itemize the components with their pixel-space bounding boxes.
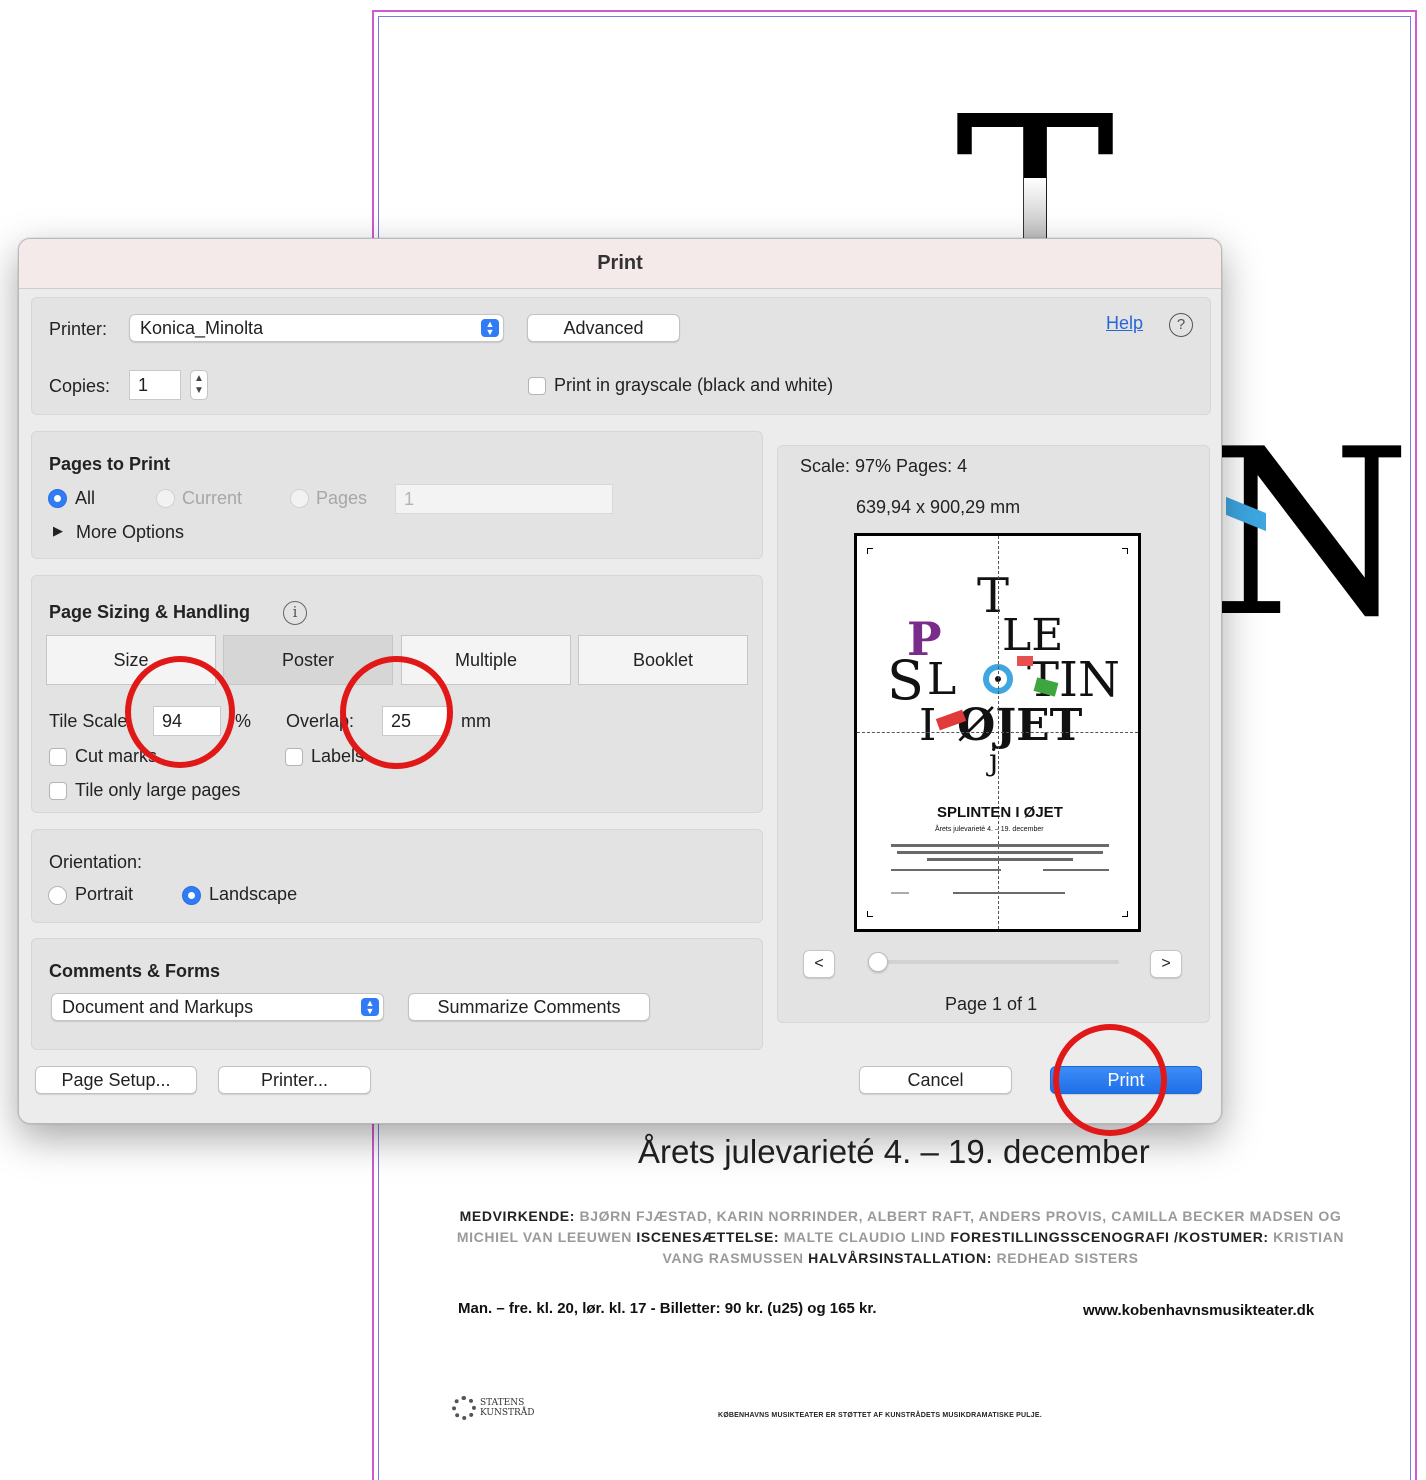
preview-dimensions: 639,94 x 900,29 mm: [856, 497, 1021, 517]
logo-text-line: STATENS: [480, 1398, 525, 1408]
tile-scale-label: Tile Scale:: [49, 711, 133, 731]
page-preview-thumbnail: T P LE S L TIN I ØJET j SPLINTEN I ØJET …: [854, 533, 1141, 932]
tile-scale-unit: %: [235, 711, 252, 731]
thumb-text-line: [891, 869, 1001, 871]
thumb-text-line: [953, 892, 1065, 894]
radio-all[interactable]: [48, 489, 67, 508]
help-link[interactable]: Help: [1106, 313, 1143, 334]
poster-letter-n: N: [1210, 401, 1412, 668]
advanced-button[interactable]: Advanced: [527, 314, 680, 342]
credit-role: ISCENESÆTTELSE:: [636, 1229, 784, 1245]
previous-page-button[interactable]: <: [803, 950, 835, 978]
poster-letter-fade: [1024, 178, 1046, 242]
orientation-heading: Orientation:: [49, 852, 143, 872]
thumb-art-letter: ØJET: [957, 700, 1083, 751]
info-icon[interactable]: i: [283, 601, 307, 625]
radio-pages-label: Pages: [316, 488, 368, 508]
dialog-title: Print: [19, 239, 1221, 289]
pages-range-input[interactable]: 1: [395, 484, 613, 514]
comments-forms-heading: Comments & Forms: [49, 961, 221, 981]
disclosure-triangle-icon[interactable]: ▶: [53, 523, 63, 539]
thumb-text-line: [927, 858, 1073, 861]
credit-names: REDHEAD SISTERS: [996, 1250, 1139, 1266]
thumb-title: SPLINTEN I ØJET: [937, 804, 1063, 821]
radio-pages[interactable]: [290, 489, 309, 508]
crop-mark: [867, 911, 873, 917]
annotation-circle-tile-scale: [125, 656, 235, 768]
tile-only-large-checkbox[interactable]: [49, 782, 67, 800]
tab-booklet[interactable]: Booklet: [578, 635, 748, 685]
poster-website: www.kobenhavnsmusikteater.dk: [1083, 1302, 1315, 1319]
credit-role: FORESTILLINGSSCENOGRAFI /KOSTUMER:: [950, 1229, 1274, 1245]
page-indicator: Page 1 of 1: [945, 994, 1038, 1014]
thumb-text-line: [897, 851, 1103, 854]
printer-select-value: Konica_Minolta: [140, 317, 264, 338]
poster-subtitle: Årets julevarieté 4. – 19. december: [638, 1133, 1150, 1170]
landscape-label: Landscape: [209, 884, 298, 904]
cancel-button[interactable]: Cancel: [859, 1066, 1012, 1094]
annotation-circle-overlap: [340, 656, 453, 769]
page-setup-button[interactable]: Page Setup...: [35, 1066, 197, 1094]
more-options-label[interactable]: More Options: [76, 522, 184, 543]
page-sizing-heading: Page Sizing & Handling: [49, 602, 251, 622]
labels-checkbox[interactable]: [285, 748, 303, 766]
printer-select[interactable]: Konica_Minolta ▲ ▼: [129, 314, 504, 342]
thumb-art-shape: [1017, 656, 1033, 666]
thumb-art-letter: j: [989, 743, 999, 778]
radio-current-label: Current: [182, 488, 243, 508]
printer-button[interactable]: Printer...: [218, 1066, 371, 1094]
page-slider-track[interactable]: [879, 960, 1119, 964]
poster-footnote: KØBENHAVNS MUSIKTEATER ER STØTTET AF KUN…: [718, 1412, 1042, 1419]
chevron-updown-icon: ▲ ▼: [481, 319, 499, 337]
thumb-art-letter: L: [927, 654, 957, 705]
radio-all-label: All: [75, 488, 96, 508]
thumb-text-line: [891, 892, 909, 894]
crop-mark: [867, 548, 873, 554]
poster-showtimes: Man. – fre. kl. 20, lør. kl. 17 - Billet…: [458, 1300, 877, 1317]
portrait-label: Portrait: [75, 884, 134, 904]
page-slider-knob[interactable]: [868, 952, 888, 972]
statens-kunstraad-logo: STATENS KUNSTRÅD: [452, 1396, 535, 1420]
radio-portrait[interactable]: [48, 886, 67, 905]
credit-role: HALVÅRSINSTALLATION:: [808, 1250, 997, 1266]
credit-names: MALTE CLAUDIO LIND: [783, 1229, 951, 1245]
radio-landscape[interactable]: [182, 886, 201, 905]
annotation-circle-print: [1053, 1024, 1167, 1136]
crop-mark: [1122, 911, 1128, 917]
pages-to-print-heading: Pages to Print: [49, 454, 171, 474]
overlap-unit: mm: [461, 711, 491, 731]
preview-scale-text: Scale: 97% Pages: 4: [800, 456, 968, 476]
copies-stepper[interactable]: ▲ ▼: [190, 370, 208, 400]
thumb-subtitle: Årets julevarieté 4. – 19. december: [935, 826, 1044, 833]
poster-credits: MEDVIRKENDE: BJØRN FJÆSTAD, KARIN NORRIN…: [448, 1206, 1353, 1269]
credit-role: MEDVIRKENDE:: [459, 1208, 580, 1224]
radio-current[interactable]: [156, 489, 175, 508]
grayscale-label: Print in grayscale (black and white): [554, 375, 834, 395]
next-page-button[interactable]: >: [1150, 950, 1182, 978]
comments-forms-select[interactable]: Document and Markups ▲ ▼: [51, 993, 384, 1021]
summarize-comments-button[interactable]: Summarize Comments: [408, 993, 650, 1021]
thumb-text-line: [891, 844, 1109, 847]
logo-text-line: KUNSTRÅD: [480, 1408, 535, 1418]
thumb-art-letter: I: [919, 700, 937, 751]
printer-label: Printer:: [49, 319, 108, 339]
help-icon[interactable]: ?: [1169, 313, 1193, 337]
grayscale-checkbox[interactable]: [528, 377, 546, 395]
logo-circle-icon: [452, 1396, 476, 1420]
thumb-text-line: [1043, 869, 1109, 871]
tile-divider-horizontal: [857, 732, 1138, 733]
crop-mark: [1122, 548, 1128, 554]
copies-input[interactable]: 1: [129, 370, 181, 400]
logo-text: STATENS KUNSTRÅD: [480, 1398, 535, 1418]
orientation-panel: [31, 829, 763, 923]
tile-only-large-label: Tile only large pages: [75, 780, 241, 800]
cut-marks-checkbox[interactable]: [49, 748, 67, 766]
copies-label: Copies:: [49, 376, 111, 396]
chevron-updown-icon: ▲ ▼: [361, 998, 379, 1016]
comments-forms-select-value: Document and Markups: [62, 996, 254, 1017]
